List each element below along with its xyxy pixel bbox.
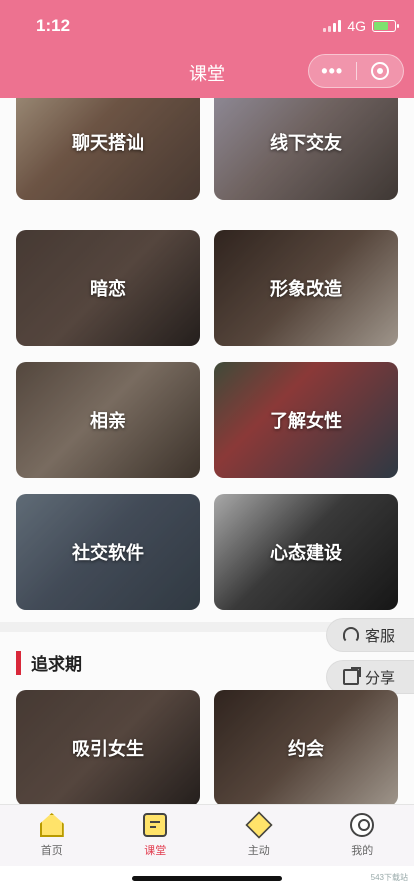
classroom-icon [143, 813, 168, 837]
course-card-label: 了解女性 [270, 411, 342, 431]
tab-classroom[interactable]: 课堂 [104, 805, 208, 866]
course-list: 聊天搭讪 线下交友 暗恋 形象改造 相亲 了解女性 社交软件 心态建设 客服 追… [0, 98, 414, 804]
course-card-crush[interactable]: 暗恋 [16, 230, 200, 346]
tab-label: 我的 [351, 845, 374, 857]
course-card-label: 暗恋 [90, 279, 126, 299]
course-card-social-apps[interactable]: 社交软件 [16, 494, 200, 610]
course-card-label: 约会 [288, 739, 324, 759]
course-card-label: 吸引女生 [72, 739, 144, 759]
tab-label: 主动 [247, 845, 270, 857]
target-icon [370, 62, 389, 80]
home-icon [39, 813, 64, 837]
section-title: 追求期 [31, 655, 82, 674]
signal-icon [323, 20, 342, 32]
course-card-mindset[interactable]: 心态建设 [214, 494, 398, 610]
course-card-blind-date[interactable]: 相亲 [16, 362, 200, 478]
course-card-dating[interactable]: 约会 [214, 690, 398, 804]
close-button[interactable] [357, 62, 404, 80]
section-header: 追求期 [16, 650, 82, 675]
tab-initiative[interactable]: 主动 [207, 805, 311, 866]
more-button[interactable]: ••• [309, 61, 356, 82]
tab-label: 课堂 [144, 845, 167, 857]
course-card-label: 聊天搭讪 [72, 133, 144, 153]
tab-home[interactable]: 首页 [0, 805, 104, 866]
tab-bar: 首页 课堂 主动 我的 [0, 804, 414, 866]
course-card-understand-women[interactable]: 了解女性 [214, 362, 398, 478]
course-card-label: 心态建设 [270, 543, 342, 563]
section-accent-bar [16, 650, 21, 675]
status-icons: 4G [323, 18, 399, 34]
share-label: 分享 [365, 669, 396, 687]
profile-icon [350, 813, 375, 837]
course-card-label: 相亲 [90, 411, 126, 431]
course-card-makeover[interactable]: 形象改造 [214, 230, 398, 346]
course-card-label: 形象改造 [270, 279, 342, 299]
mini-program-capsule: ••• [308, 54, 404, 88]
course-card-offline[interactable]: 线下交友 [214, 98, 398, 200]
course-card-label: 社交软件 [72, 543, 144, 563]
headset-icon [343, 627, 359, 643]
tab-label: 首页 [40, 845, 63, 857]
customer-service-label: 客服 [365, 627, 396, 645]
tab-profile[interactable]: 我的 [311, 805, 414, 866]
course-card-attract[interactable]: 吸引女生 [16, 690, 200, 804]
battery-icon [372, 20, 399, 32]
course-card-chat[interactable]: 聊天搭讪 [16, 98, 200, 200]
status-time: 1:12 [36, 16, 71, 35]
share-icon [343, 667, 361, 685]
watermark: 543下载站 [370, 873, 408, 882]
share-button[interactable]: 分享 [326, 660, 414, 694]
header: 1:12 4G 课堂 ••• [0, 0, 414, 98]
customer-service-button[interactable]: 客服 [326, 618, 414, 652]
initiative-icon [245, 811, 273, 839]
course-card-label: 线下交友 [270, 133, 342, 153]
home-indicator [132, 876, 282, 881]
network-type: 4G [347, 18, 366, 34]
